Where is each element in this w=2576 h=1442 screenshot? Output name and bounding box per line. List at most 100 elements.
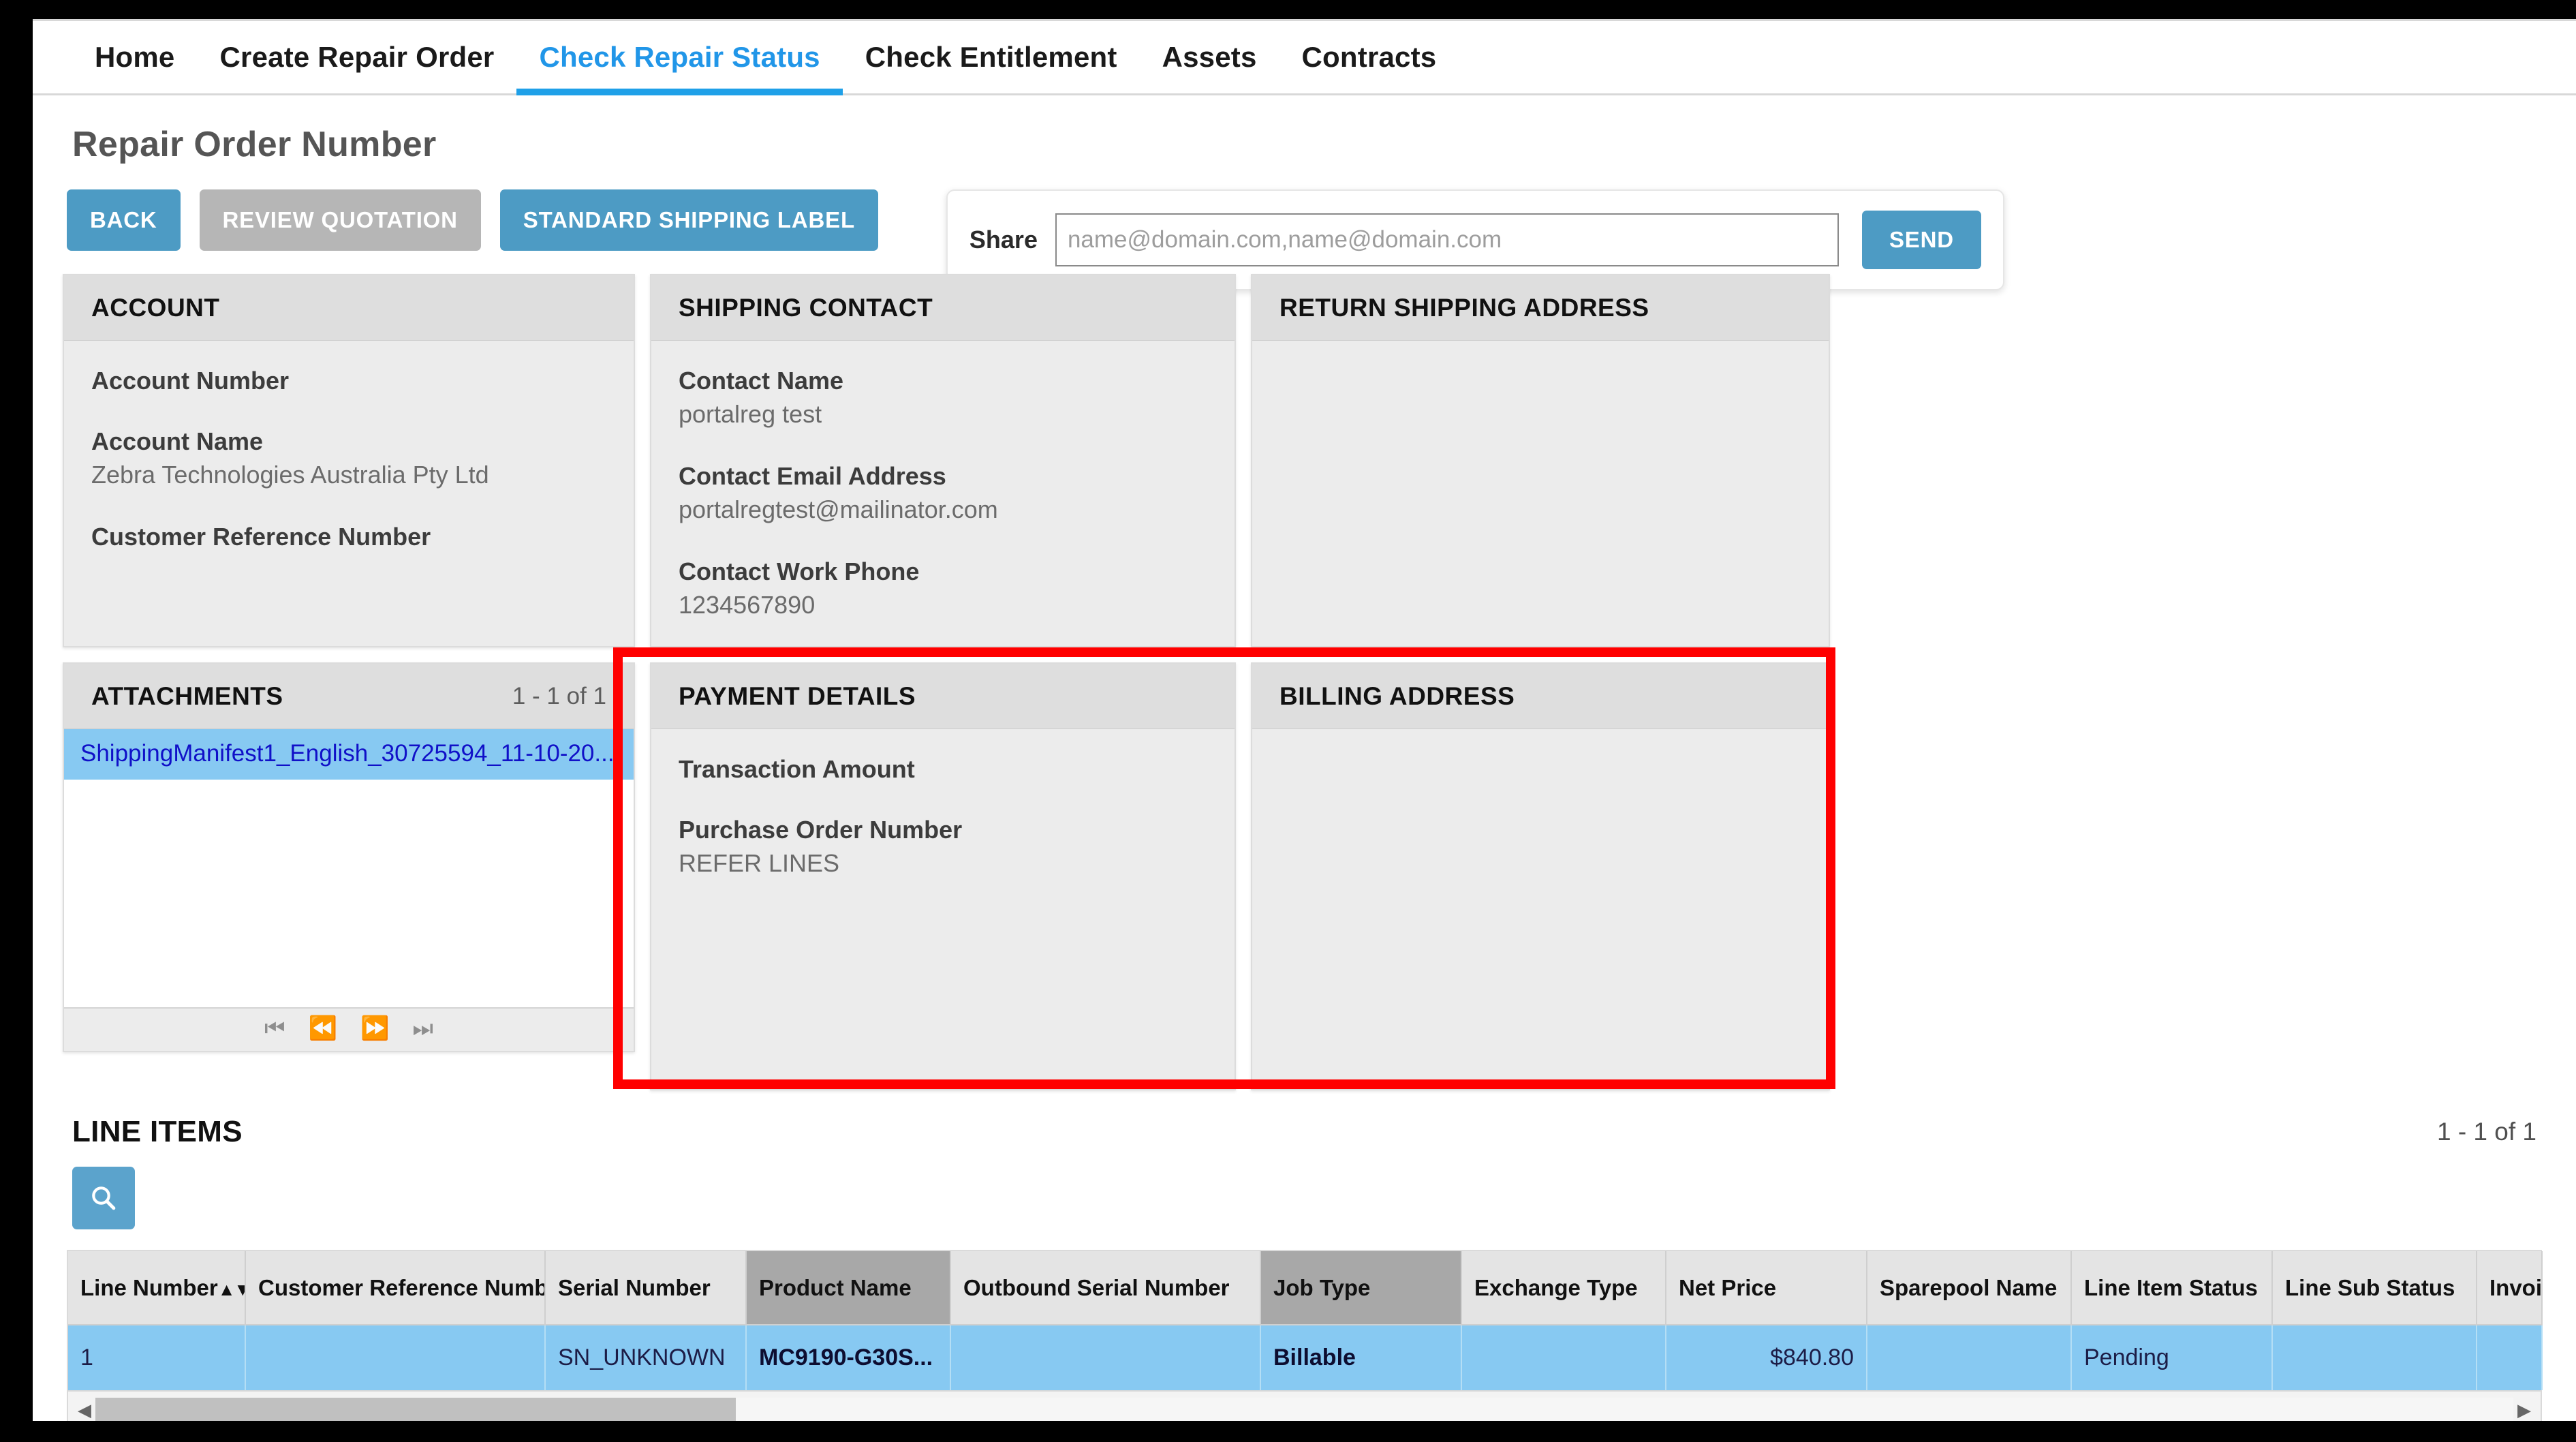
horizontal-scrollbar[interactable]: ◀ ▶ — [68, 1390, 2541, 1421]
account-panel-body: Account Number Account Name Zebra Techno… — [64, 341, 634, 552]
payment-details-panel-header: PAYMENT DETAILS — [651, 664, 1235, 729]
column-header-sparepool-name[interactable]: Sparepool Name — [1867, 1251, 2072, 1325]
attachments-panel-title: ATTACHMENTS — [91, 681, 283, 710]
scroll-right-icon[interactable]: ▶ — [2513, 1400, 2535, 1421]
main-navigation: Home Create Repair Order Check Repair St… — [33, 19, 2576, 95]
column-header-job-type[interactable]: Job Type — [1260, 1251, 1462, 1325]
billing-address-panel-header: BILLING ADDRESS — [1252, 664, 1829, 729]
attachments-panel-header: ATTACHMENTS 1 - 1 of 1 — [64, 664, 634, 729]
billing-address-panel-title: BILLING ADDRESS — [1279, 681, 1515, 710]
nav-item-check-repair-status[interactable]: Check Repair Status — [516, 21, 843, 95]
payment-details-panel-title: PAYMENT DETAILS — [679, 681, 916, 710]
shipping-contact-panel-header: SHIPPING CONTACT — [651, 275, 1235, 341]
nav-item-contracts[interactable]: Contracts — [1279, 21, 1459, 93]
line-items-table: Line Number▲▼ Customer Reference Number … — [68, 1251, 2543, 1390]
line-items-grid: Line Number▲▼ Customer Reference Number … — [67, 1250, 2543, 1421]
field-customer-reference-number: Customer Reference Number — [91, 521, 606, 552]
cell-net-price: $840.80 — [1666, 1325, 1867, 1390]
column-header-net-price[interactable]: Net Price — [1666, 1251, 1867, 1325]
back-button[interactable]: BACK — [67, 189, 181, 251]
column-header-exchange-type[interactable]: Exchange Type — [1461, 1251, 1666, 1325]
field-contact-work-phone: Contact Work Phone 1234567890 — [679, 556, 1207, 622]
payment-details-panel: PAYMENT DETAILS Transaction Amount Purch… — [650, 662, 1236, 1090]
prev-page-icon[interactable]: ⏪ — [309, 1017, 337, 1040]
field-value: portalreg test — [679, 400, 822, 428]
cell-line-number: 1 — [68, 1325, 246, 1390]
nav-item-check-entitlement[interactable]: Check Entitlement — [843, 21, 1140, 93]
send-button[interactable]: SEND — [1861, 211, 1981, 269]
search-icon — [92, 1186, 116, 1210]
scrollbar-thumb[interactable] — [95, 1398, 736, 1421]
table-row[interactable]: 1 SN_UNKNOWN MC9190-G30S... Billable $84… — [68, 1325, 2543, 1390]
scroll-left-icon[interactable]: ◀ — [74, 1400, 95, 1421]
field-label: Account Name — [91, 427, 264, 455]
attachments-count: 1 - 1 of 1 — [512, 682, 606, 709]
cell-serial-number: SN_UNKNOWN — [545, 1325, 747, 1390]
column-header-serial-number[interactable]: Serial Number — [545, 1251, 747, 1325]
attachments-pager: ⏮ ⏪ ⏩ ⏭ — [64, 1009, 634, 1048]
field-account-name: Account Name Zebra Technologies Australi… — [91, 426, 606, 491]
field-label: Transaction Amount — [679, 755, 915, 783]
account-panel: ACCOUNT Account Number Account Name Zebr… — [63, 274, 635, 647]
attachments-list: ShippingManifest1_English_30725594_11-10… — [64, 729, 634, 1009]
table-header-row: Line Number▲▼ Customer Reference Number … — [68, 1251, 2543, 1325]
return-shipping-address-panel-body — [1252, 341, 1829, 365]
panel-row-top: ACCOUNT Account Number Account Name Zebr… — [33, 274, 2576, 647]
shipping-contact-panel: SHIPPING CONTACT Contact Name portalreg … — [650, 274, 1236, 647]
column-header-line-sub-status[interactable]: Line Sub Status — [2272, 1251, 2477, 1325]
field-account-number: Account Number — [91, 365, 606, 396]
payment-details-panel-body: Transaction Amount Purchase Order Number… — [651, 729, 1235, 880]
cell-job-type: Billable — [1260, 1325, 1462, 1390]
first-page-icon[interactable]: ⏮ — [264, 1017, 285, 1040]
column-header-outbound-serial-number[interactable]: Outbound Serial Number — [950, 1251, 1261, 1325]
column-header-customer-reference-number[interactable]: Customer Reference Number — [245, 1251, 546, 1325]
search-button[interactable] — [72, 1167, 135, 1229]
review-quotation-button[interactable]: REVIEW QUOTATION — [199, 189, 481, 251]
field-label: Contact Name — [679, 367, 844, 395]
share-email-input[interactable] — [1055, 213, 1839, 266]
field-label: Contact Email Address — [679, 461, 946, 490]
cell-product-name: MC9190-G30S... — [746, 1325, 951, 1390]
field-label: Purchase Order Number — [679, 816, 963, 844]
list-item[interactable]: ShippingManifest1_English_30725594_11-10… — [64, 729, 634, 780]
column-header-line-item-status[interactable]: Line Item Status — [2071, 1251, 2273, 1325]
column-header-product-name[interactable]: Product Name — [746, 1251, 951, 1325]
field-contact-name: Contact Name portalreg test — [679, 365, 1207, 431]
nav-item-assets[interactable]: Assets — [1140, 21, 1279, 93]
field-transaction-amount: Transaction Amount — [679, 754, 1207, 784]
cell-exchange-type — [1461, 1325, 1666, 1390]
billing-address-panel: BILLING ADDRESS — [1251, 662, 1830, 1090]
cell-invoice — [2477, 1325, 2543, 1390]
account-panel-header: ACCOUNT — [64, 275, 634, 341]
column-header-line-number[interactable]: Line Number▲▼ — [68, 1251, 246, 1325]
column-label: Line Number — [80, 1274, 218, 1300]
nav-item-home[interactable]: Home — [72, 21, 198, 93]
field-label: Contact Work Phone — [679, 557, 920, 585]
field-value: REFER LINES — [679, 849, 840, 877]
return-shipping-address-panel: RETURN SHIPPING ADDRESS — [1251, 274, 1830, 647]
panel-row-bottom: ATTACHMENTS 1 - 1 of 1 ShippingManifest1… — [33, 662, 2576, 1090]
sort-arrows-icon[interactable]: ▲▼ — [218, 1279, 244, 1300]
cell-outbound-serial-number — [950, 1325, 1261, 1390]
page-title: Repair Order Number — [72, 125, 437, 164]
field-label: Account Number — [91, 367, 290, 395]
cell-customer-reference-number — [245, 1325, 546, 1390]
shipping-contact-panel-title: SHIPPING CONTACT — [679, 293, 933, 322]
cell-sparepool-name — [1867, 1325, 2072, 1390]
billing-address-panel-body — [1252, 729, 1829, 754]
nav-item-create-repair-order[interactable]: Create Repair Order — [198, 21, 517, 93]
field-contact-email-address: Contact Email Address portalregtest@mail… — [679, 461, 1207, 526]
line-items-count: 1 - 1 of 1 — [2436, 1118, 2536, 1146]
last-page-icon[interactable]: ⏭ — [412, 1017, 433, 1040]
standard-shipping-label-button[interactable]: STANDARD SHIPPING LABEL — [499, 189, 878, 251]
column-header-invoice[interactable]: Invoi — [2477, 1251, 2543, 1325]
account-panel-title: ACCOUNT — [91, 293, 220, 322]
action-toolbar: BACK REVIEW QUOTATION STANDARD SHIPPING … — [33, 165, 2576, 290]
scrollbar-track[interactable] — [95, 1398, 2513, 1421]
cell-line-sub-status — [2272, 1325, 2477, 1390]
cell-line-item-status: Pending — [2071, 1325, 2273, 1390]
field-purchase-order-number: Purchase Order Number REFER LINES — [679, 814, 1207, 880]
line-items-header: LINE ITEMS 1 - 1 of 1 — [33, 1115, 2576, 1149]
field-value: Zebra Technologies Australia Pty Ltd — [91, 461, 489, 489]
next-page-icon[interactable]: ⏩ — [360, 1017, 389, 1040]
